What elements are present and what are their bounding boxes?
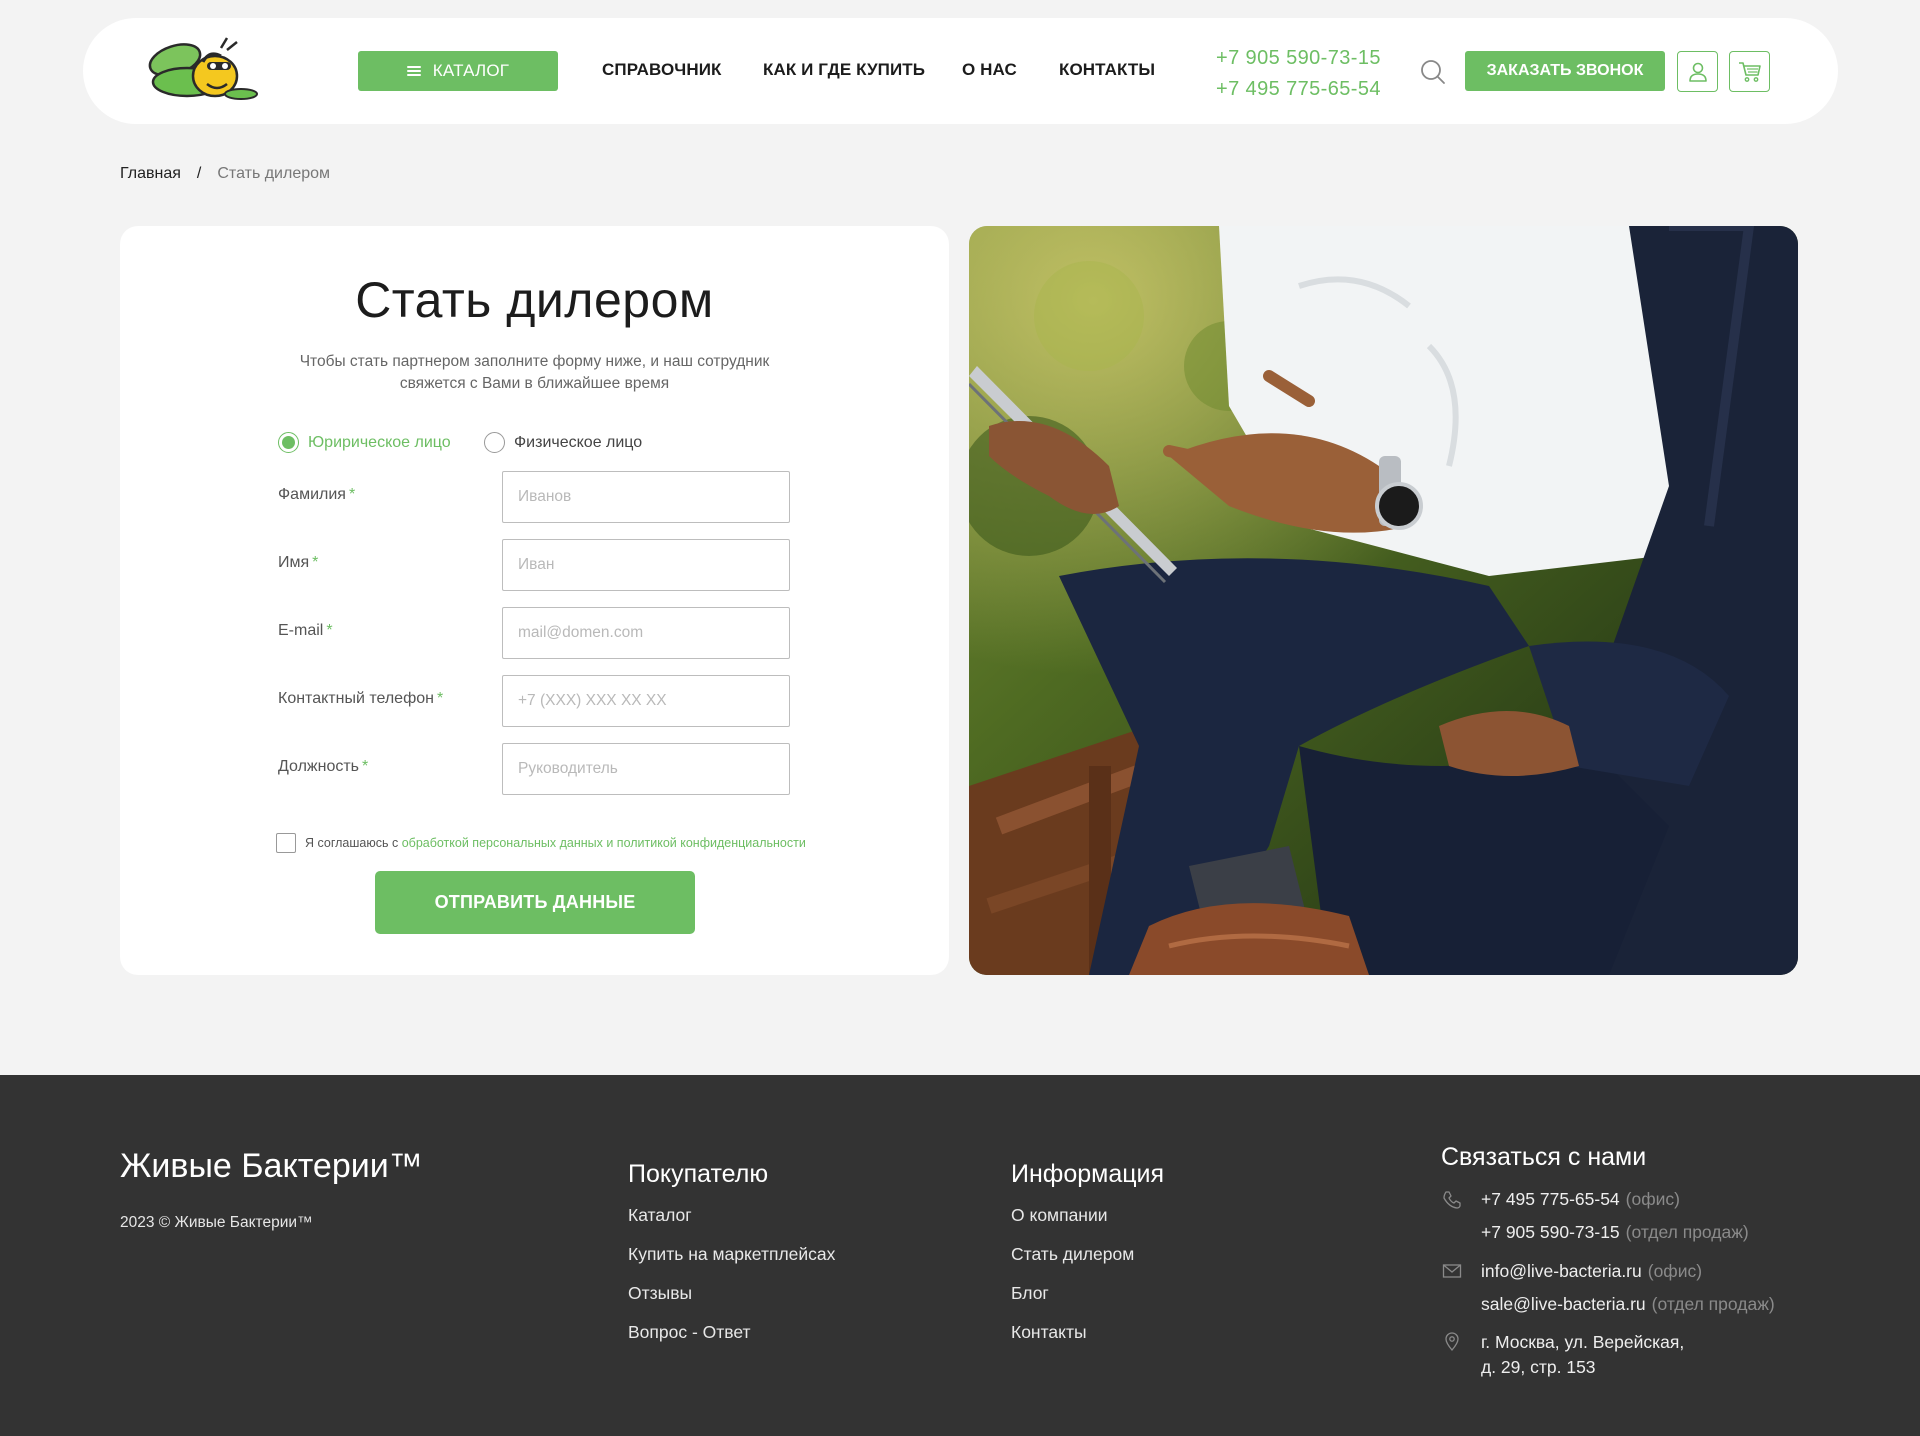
header-phones: +7 905 590-73-15 +7 495 775-65-54 — [1216, 43, 1381, 105]
footer-address-line-2: д. 29, стр. 153 — [1481, 1357, 1596, 1377]
footer-link-about[interactable]: О компании — [1011, 1205, 1108, 1226]
footer-copyright: 2023 © Живые Бактерии™ — [120, 1214, 313, 1231]
lastname-input[interactable] — [502, 471, 790, 523]
email-label: E-mail * — [278, 622, 333, 639]
order-call-button[interactable]: ЗАКАЗАТЬ ЗВОНОК — [1465, 51, 1665, 91]
phone-icon — [1443, 1191, 1461, 1209]
header-phone-2[interactable]: +7 495 775-65-54 — [1216, 74, 1381, 105]
footer-link-catalog[interactable]: Каталог — [628, 1205, 692, 1226]
cart-icon — [1738, 61, 1761, 82]
email-input[interactable] — [502, 607, 790, 659]
footer-phone-2[interactable]: +7 905 590-73-15 (отдел продаж) — [1481, 1222, 1749, 1243]
footer-contact-title: Связаться с нами — [1441, 1143, 1647, 1171]
footer-email-2[interactable]: sale@live-bacteria.ru (отдел продаж) — [1481, 1294, 1775, 1315]
radio-checked-icon — [278, 432, 299, 453]
footer-address-line-1: г. Москва, ул. Верейская, — [1481, 1332, 1685, 1352]
search-icon[interactable] — [1419, 58, 1447, 86]
field-row-position: Должность * — [278, 743, 798, 795]
form-subtitle: Чтобы стать партнером заполните форму ни… — [299, 353, 770, 392]
site-footer: Живые Бактерии™ 2023 © Живые Бактерии™ П… — [0, 1075, 1920, 1436]
dealer-form-card: Стать дилером Чтобы стать партнером запо… — [120, 226, 949, 975]
radio-legal-entity[interactable]: Юририческое лицо — [278, 432, 451, 453]
field-row-phone: Контактный телефон * — [278, 675, 798, 727]
footer-email-1[interactable]: info@live-bacteria.ru (офис) — [1481, 1261, 1702, 1282]
radio-unchecked-icon — [484, 432, 505, 453]
logo-bee-icon[interactable] — [145, 32, 263, 112]
nav-item-directory[interactable]: СПРАВОЧНИК — [602, 60, 722, 80]
footer-info-title: Информация — [1011, 1160, 1165, 1188]
account-button[interactable] — [1677, 51, 1718, 92]
nav-item-about[interactable]: О НАС — [962, 60, 1017, 80]
hero-photo — [969, 226, 1798, 975]
radio-legal-entity-label: Юририческое лицо — [308, 433, 451, 451]
breadcrumb-separator: / — [196, 165, 202, 182]
radio-individual-label: Физическое лицо — [514, 433, 643, 451]
footer-link-reviews[interactable]: Отзывы — [628, 1283, 692, 1304]
footer-link-faq[interactable]: Вопрос - Ответ — [628, 1322, 751, 1343]
business-meeting-image — [969, 226, 1798, 975]
header-phone-1[interactable]: +7 905 590-73-15 — [1216, 43, 1381, 74]
radio-individual[interactable]: Физическое лицо — [484, 432, 642, 453]
footer-link-dealer[interactable]: Стать дилером — [1011, 1244, 1134, 1265]
firstname-input[interactable] — [502, 539, 790, 591]
field-row-lastname: Фамилия * — [278, 471, 798, 523]
field-row-email: E-mail * — [278, 607, 798, 659]
position-input[interactable] — [502, 743, 790, 795]
footer-brand: Живые Бактерии™ — [120, 1147, 423, 1185]
lastname-label: Фамилия * — [278, 486, 356, 503]
nav-item-contacts[interactable]: КОНТАКТЫ — [1059, 60, 1155, 80]
catalog-button-label: КАТАЛОГ — [432, 61, 510, 80]
consent-checkbox[interactable] — [276, 833, 296, 853]
phone-label: Контактный телефон * — [278, 690, 444, 707]
mail-icon — [1442, 1264, 1462, 1278]
cart-button[interactable] — [1729, 51, 1770, 92]
breadcrumb-current: Стать дилером — [217, 165, 331, 182]
footer-phone-1[interactable]: +7 495 775-65-54 (офис) — [1481, 1189, 1680, 1210]
field-row-firstname: Имя * — [278, 539, 798, 591]
phone-input[interactable] — [502, 675, 790, 727]
position-label: Должность * — [278, 758, 369, 775]
footer-link-blog[interactable]: Блог — [1011, 1283, 1049, 1304]
footer-link-marketplaces[interactable]: Купить на маркетплейсах — [628, 1244, 835, 1265]
consent-row: Я соглашаюсь с обработкой персональных д… — [276, 833, 806, 853]
breadcrumb: Главная / Стать дилером — [120, 165, 330, 183]
menu-icon — [406, 66, 421, 76]
firstname-label: Имя * — [278, 554, 319, 571]
footer-link-contacts[interactable]: Контакты — [1011, 1322, 1087, 1343]
user-icon — [1688, 62, 1707, 82]
privacy-policy-link[interactable]: обработкой персональных данных и политик… — [402, 836, 806, 850]
consent-text: Я соглашаюсь с — [305, 836, 399, 850]
location-icon — [1445, 1332, 1459, 1351]
nav-item-how-to-buy[interactable]: КАК И ГДЕ КУПИТЬ — [763, 60, 925, 80]
footer-buyer-title: Покупателю — [628, 1160, 769, 1188]
site-header: КАТАЛОГ СПРАВОЧНИК КАК И ГДЕ КУПИТЬ О НА… — [83, 18, 1838, 124]
page-title: Стать дилером — [355, 272, 714, 328]
submit-button[interactable]: ОТПРАВИТЬ ДАННЫЕ — [375, 871, 695, 934]
breadcrumb-home-link[interactable]: Главная — [120, 165, 181, 183]
catalog-button[interactable]: КАТАЛОГ — [358, 51, 558, 91]
